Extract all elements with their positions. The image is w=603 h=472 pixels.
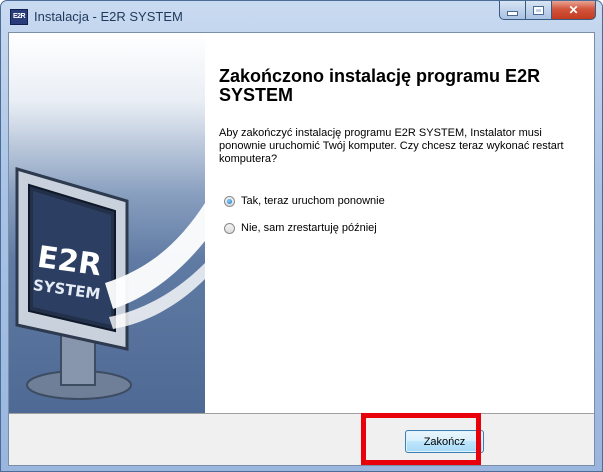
monitor-illustration: E2R SYSTEM [15, 167, 205, 400]
page-title: Zakończono instalację programu E2R SYSTE… [219, 66, 541, 105]
button-bar [9, 413, 594, 465]
maximize-icon [533, 5, 544, 15]
option-restart-now-label[interactable]: Tak, teraz uruchom ponownie [241, 195, 385, 207]
wizard-banner: E2R SYSTEM [9, 33, 205, 413]
highlight-box [361, 413, 481, 465]
radio-button-selected[interactable] [224, 195, 235, 207]
radio-button[interactable] [224, 222, 235, 234]
minimize-button[interactable] [499, 1, 526, 20]
wizard-client-area: E2R SYSTEM Zakończono instalację program… [8, 32, 595, 466]
restart-message: Aby zakończyć instalację programu E2R SY… [219, 127, 564, 165]
app-icon: E2R [10, 9, 28, 25]
close-icon: ✕ [568, 3, 579, 17]
title-bar[interactable]: E2R Instalacja - E2R SYSTEM ✕ [1, 1, 602, 33]
window-title: Instalacja - E2R SYSTEM [34, 9, 183, 24]
option-restart-later[interactable]: Nie, sam zrestartuję później [224, 222, 377, 234]
minimize-icon [507, 10, 518, 16]
caption-buttons: ✕ [499, 1, 596, 21]
maximize-button[interactable] [526, 1, 552, 20]
option-restart-now[interactable]: Tak, teraz uruchom ponownie [224, 195, 385, 207]
installer-window: E2R Instalacja - E2R SYSTEM ✕ E2R SYSTEM… [0, 0, 603, 472]
close-button[interactable]: ✕ [552, 1, 596, 20]
option-restart-later-label[interactable]: Nie, sam zrestartuję później [241, 222, 377, 234]
